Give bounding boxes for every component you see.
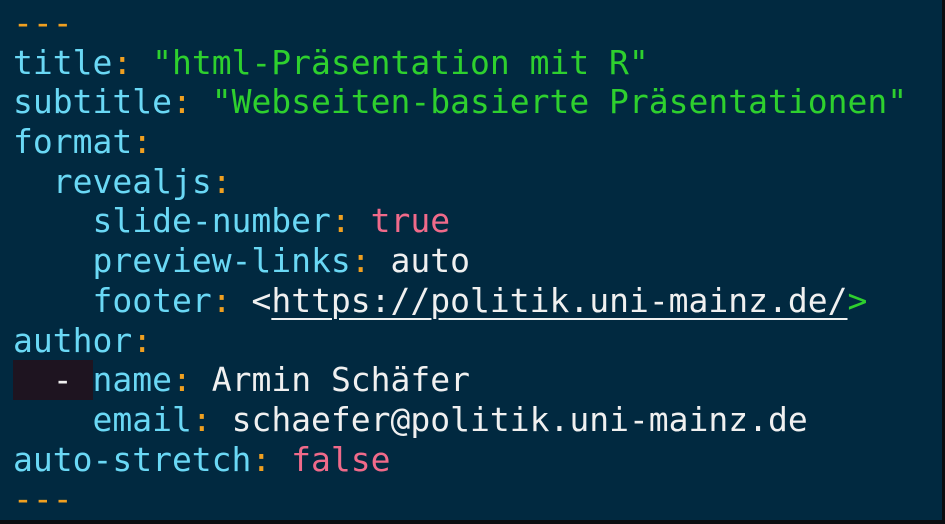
email-key: email: [92, 399, 192, 439]
code-line-1: ---: [13, 3, 907, 43]
code-line-4: format:: [13, 122, 907, 162]
revealjs-key: revealjs: [52, 161, 212, 201]
code-line-8: footer: <https://politik.uni-mainz.de/>: [13, 281, 907, 321]
preview-links-key: preview-links: [92, 241, 351, 281]
yaml-close-marker: ---: [13, 479, 73, 519]
footer-open-bracket: <: [251, 280, 272, 320]
preview-links-value: auto: [390, 241, 470, 281]
colon: :: [132, 320, 153, 360]
auto-stretch-value: false: [291, 439, 391, 479]
footer-url-link[interactable]: https://politik.uni-mainz.de/: [271, 281, 847, 320]
title-value: "html-Präsentation mit R": [152, 42, 649, 82]
colon: :: [132, 122, 153, 162]
yaml-open-marker: ---: [13, 3, 73, 42]
subtitle-value: "Webseiten-basierte Präsentationen": [211, 82, 908, 122]
code-line-9: author:: [13, 321, 907, 361]
author-key: author: [13, 320, 133, 360]
slide-number-value: true: [370, 201, 451, 241]
colon: :: [171, 360, 192, 400]
colon: :: [112, 42, 133, 82]
code-line-11: email: schaefer@politik.uni-mainz.de: [13, 400, 907, 440]
code-line-12: auto-stretch: false: [13, 440, 907, 480]
email-value: schaefer@politik.uni-mainz.de: [231, 399, 808, 439]
colon: :: [211, 280, 232, 320]
title-key: title: [13, 42, 113, 82]
colon: :: [330, 201, 351, 241]
code-line-10: - name: Armin Schäfer: [13, 360, 907, 400]
colon: :: [211, 161, 232, 201]
auto-stretch-key: auto-stretch: [13, 439, 252, 479]
code-line-2: title: "html-Präsentation mit R": [13, 43, 907, 83]
list-dash: -: [52, 360, 73, 400]
code-editor[interactable]: --- title: "html-Präsentation mit R" sub…: [0, 0, 945, 524]
name-key: name: [92, 360, 172, 400]
footer-key: footer: [92, 280, 212, 320]
code-line-3: subtitle: "Webseiten-basierte Präsentati…: [13, 82, 907, 122]
code-line-5: revealjs:: [13, 162, 907, 202]
code-line-6: slide-number: true: [13, 201, 907, 241]
indent-guide: -: [13, 360, 93, 400]
colon: :: [251, 439, 272, 479]
colon: :: [171, 82, 192, 122]
name-value: Armin Schäfer: [211, 360, 471, 400]
subtitle-key: subtitle: [13, 82, 172, 122]
code-line-13: ---: [13, 479, 907, 519]
footer-close-bracket: >: [847, 280, 868, 320]
code-line-7: preview-links: auto: [13, 241, 907, 281]
yaml-front-matter: --- title: "html-Präsentation mit R" sub…: [13, 3, 907, 519]
colon: :: [191, 399, 212, 439]
slide-number-key: slide-number: [92, 201, 331, 241]
colon: :: [350, 241, 371, 281]
format-key: format: [13, 122, 133, 162]
